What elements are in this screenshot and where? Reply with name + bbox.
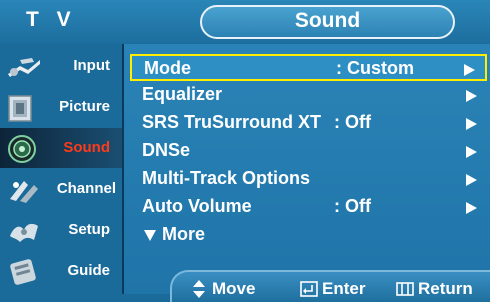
menu-title: Sound	[294, 9, 361, 32]
chevron-right-icon	[466, 174, 477, 186]
chevron-right-icon	[466, 90, 477, 102]
menu-item-auto-volume[interactable]: Auto Volume : Off	[130, 194, 487, 221]
sidebar-item-label: Picture	[59, 98, 110, 115]
menu-item-name: DNSe	[142, 140, 191, 160]
menu-item-value: : Custom	[336, 58, 414, 78]
sidebar-item-label: Sound	[63, 139, 110, 156]
sidebar-item-label: Input	[73, 57, 110, 74]
return-label: Return	[418, 279, 473, 298]
sidebar-item-input[interactable]: Input	[0, 46, 122, 86]
sidebar-item-label: Setup	[68, 221, 110, 238]
menu-item-equalizer[interactable]: Equalizer	[130, 82, 487, 109]
sidebar-item-sound[interactable]: Sound	[0, 128, 122, 168]
chevron-right-icon	[464, 64, 475, 76]
up-down-arrow-icon	[193, 280, 205, 298]
tv-osd-screen: T V Sound Input Picture Sound Channel Se…	[0, 0, 490, 302]
menu-item-name: SRS TruSurround XT	[142, 112, 322, 132]
return-icon	[396, 282, 414, 296]
enter-icon	[300, 281, 318, 297]
menu-item-name: Multi-Track Options	[142, 168, 311, 188]
menu-item-dnse[interactable]: DNSe	[130, 138, 487, 165]
sidebar-item-label: Guide	[67, 262, 110, 279]
bottom-strip	[0, 294, 170, 302]
input-icon	[8, 58, 40, 77]
menu-item-name: Mode	[144, 58, 191, 78]
channel-icon	[10, 181, 38, 203]
footer-hint-bar: Move Enter Return	[170, 270, 490, 302]
chevron-right-icon	[466, 202, 477, 214]
menu-item-mode[interactable]: Mode : Custom	[130, 54, 487, 81]
menu-item-value: : Off	[334, 196, 371, 216]
guide-icon	[10, 259, 36, 285]
sound-menu-panel: Mode : Custom Equalizer SRS TruSurround …	[122, 44, 490, 294]
menu-item-value: : Off	[334, 112, 371, 132]
tv-label: T V	[26, 8, 77, 31]
menu-item-more[interactable]: More	[130, 222, 330, 249]
enter-label: Enter	[322, 279, 366, 298]
picture-icon	[8, 95, 32, 122]
move-label: Move	[212, 279, 256, 298]
menu-item-srs-trusurround-xt[interactable]: SRS TruSurround XT : Off	[130, 110, 487, 137]
menu-item-name: Auto Volume	[142, 196, 252, 216]
chevron-right-icon	[466, 118, 477, 130]
menu-item-multi-track-options[interactable]: Multi-Track Options	[130, 166, 487, 193]
chevron-right-icon	[466, 146, 477, 158]
sidebar-item-guide[interactable]: Guide	[0, 251, 122, 291]
menu-item-name: Equalizer	[142, 84, 223, 104]
chevron-down-icon	[144, 230, 156, 241]
setup-icon	[10, 223, 38, 242]
sidebar-item-channel[interactable]: Channel	[0, 169, 122, 209]
header-bar: T V Sound	[0, 0, 490, 44]
category-sidebar: Input Picture Sound Channel Setup Guide	[0, 44, 122, 294]
sound-icon	[8, 135, 36, 163]
sidebar-item-label: Channel	[56, 180, 116, 197]
sidebar-item-picture[interactable]: Picture	[0, 87, 122, 127]
more-label: More	[162, 224, 206, 244]
sidebar-item-setup[interactable]: Setup	[0, 210, 122, 250]
